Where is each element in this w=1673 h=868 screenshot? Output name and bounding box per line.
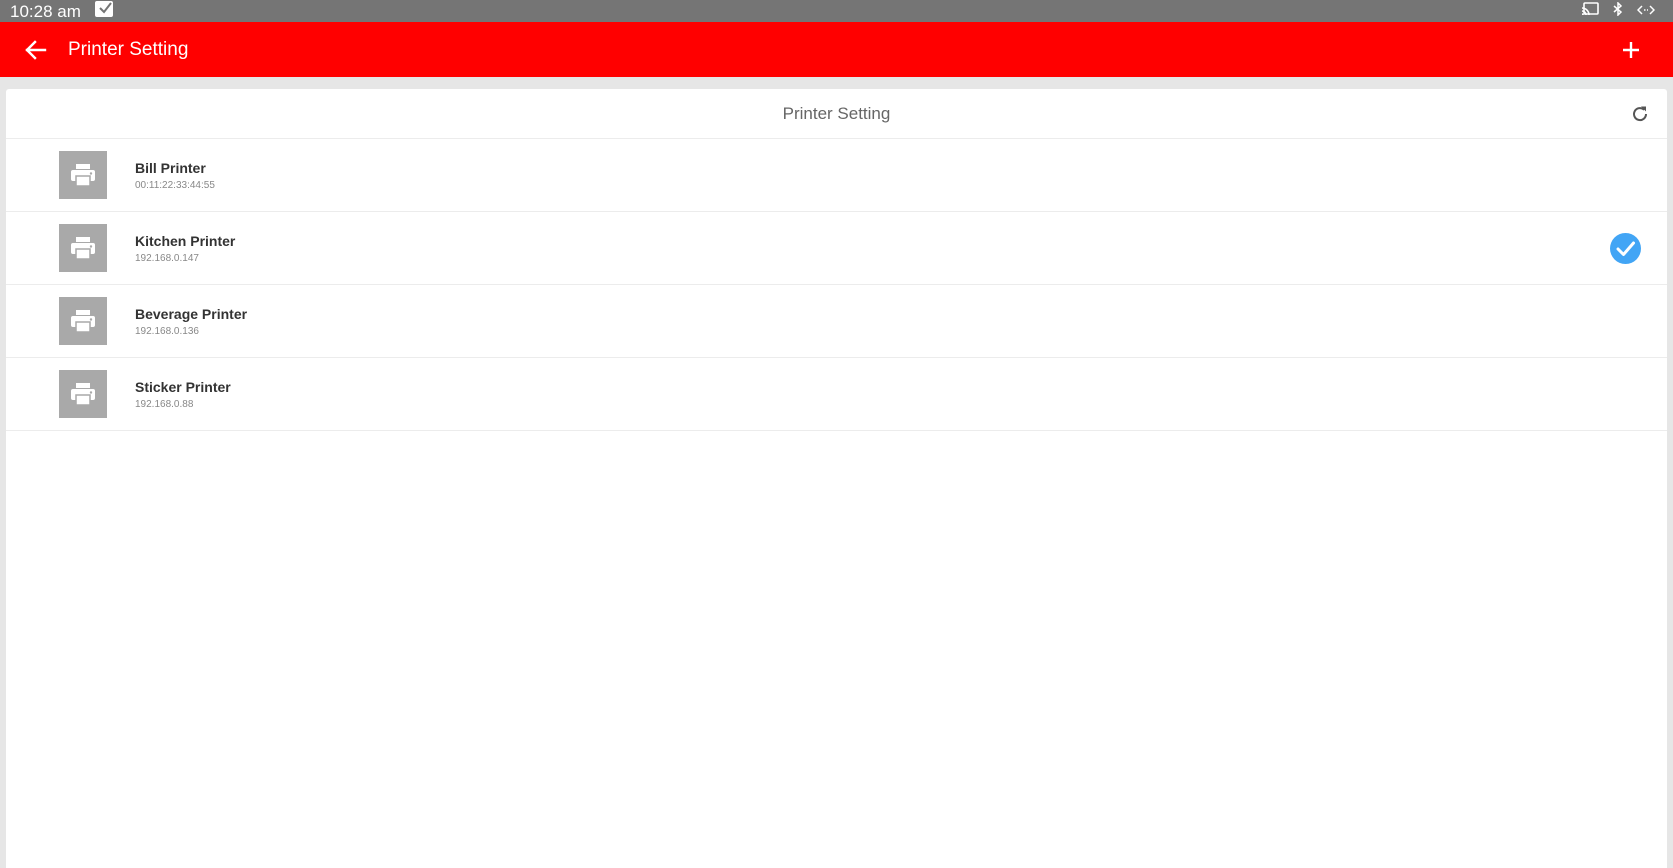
refresh-icon (1633, 106, 1648, 122)
status-bar: 10:28 am (0, 0, 1673, 22)
printer-list: Bill Printer 00:11:22:33:44:55 Kitchen P… (6, 139, 1667, 431)
printer-name: Beverage Printer (135, 305, 248, 322)
printer-address: 192.168.0.136 (135, 325, 199, 337)
page-title: Printer Setting (68, 38, 189, 60)
app-bar: Printer Setting (0, 22, 1673, 77)
printer-row-bill[interactable]: Bill Printer 00:11:22:33:44:55 (6, 139, 1667, 212)
printer-address: 192.168.0.88 (135, 398, 194, 410)
printer-setting-card: Printer Setting Bill Printer 00:11:22:33… (6, 89, 1667, 868)
printer-address: 192.168.0.147 (135, 252, 199, 264)
status-time: 10:28 am (10, 1, 81, 21)
refresh-button[interactable] (1625, 99, 1655, 129)
printer-name: Sticker Printer (135, 378, 231, 395)
printer-row-kitchen[interactable]: Kitchen Printer 192.168.0.147 (6, 212, 1667, 285)
printer-row-beverage[interactable]: Beverage Printer 192.168.0.136 (6, 285, 1667, 358)
data-sync-icon (1636, 3, 1656, 21)
card-header: Printer Setting (6, 89, 1667, 139)
printer-icon (59, 297, 107, 345)
notification-check-icon (94, 1, 113, 17)
add-printer-button[interactable] (1611, 30, 1651, 70)
printer-name: Bill Printer (135, 159, 206, 176)
printer-name: Kitchen Printer (135, 232, 236, 249)
printer-address: 00:11:22:33:44:55 (135, 179, 215, 191)
printer-icon (59, 151, 107, 199)
card-title: Printer Setting (782, 103, 891, 123)
selected-check-icon (1610, 233, 1641, 264)
cast-icon (1581, 2, 1599, 21)
plus-icon (1623, 42, 1639, 58)
printer-icon (59, 370, 107, 418)
printer-icon (59, 224, 107, 272)
arrow-left-icon (25, 39, 47, 60)
status-icons (1581, 1, 1656, 21)
bluetooth-icon (1613, 1, 1623, 21)
back-button[interactable] (16, 30, 56, 70)
printer-row-sticker[interactable]: Sticker Printer 192.168.0.88 (6, 358, 1667, 431)
